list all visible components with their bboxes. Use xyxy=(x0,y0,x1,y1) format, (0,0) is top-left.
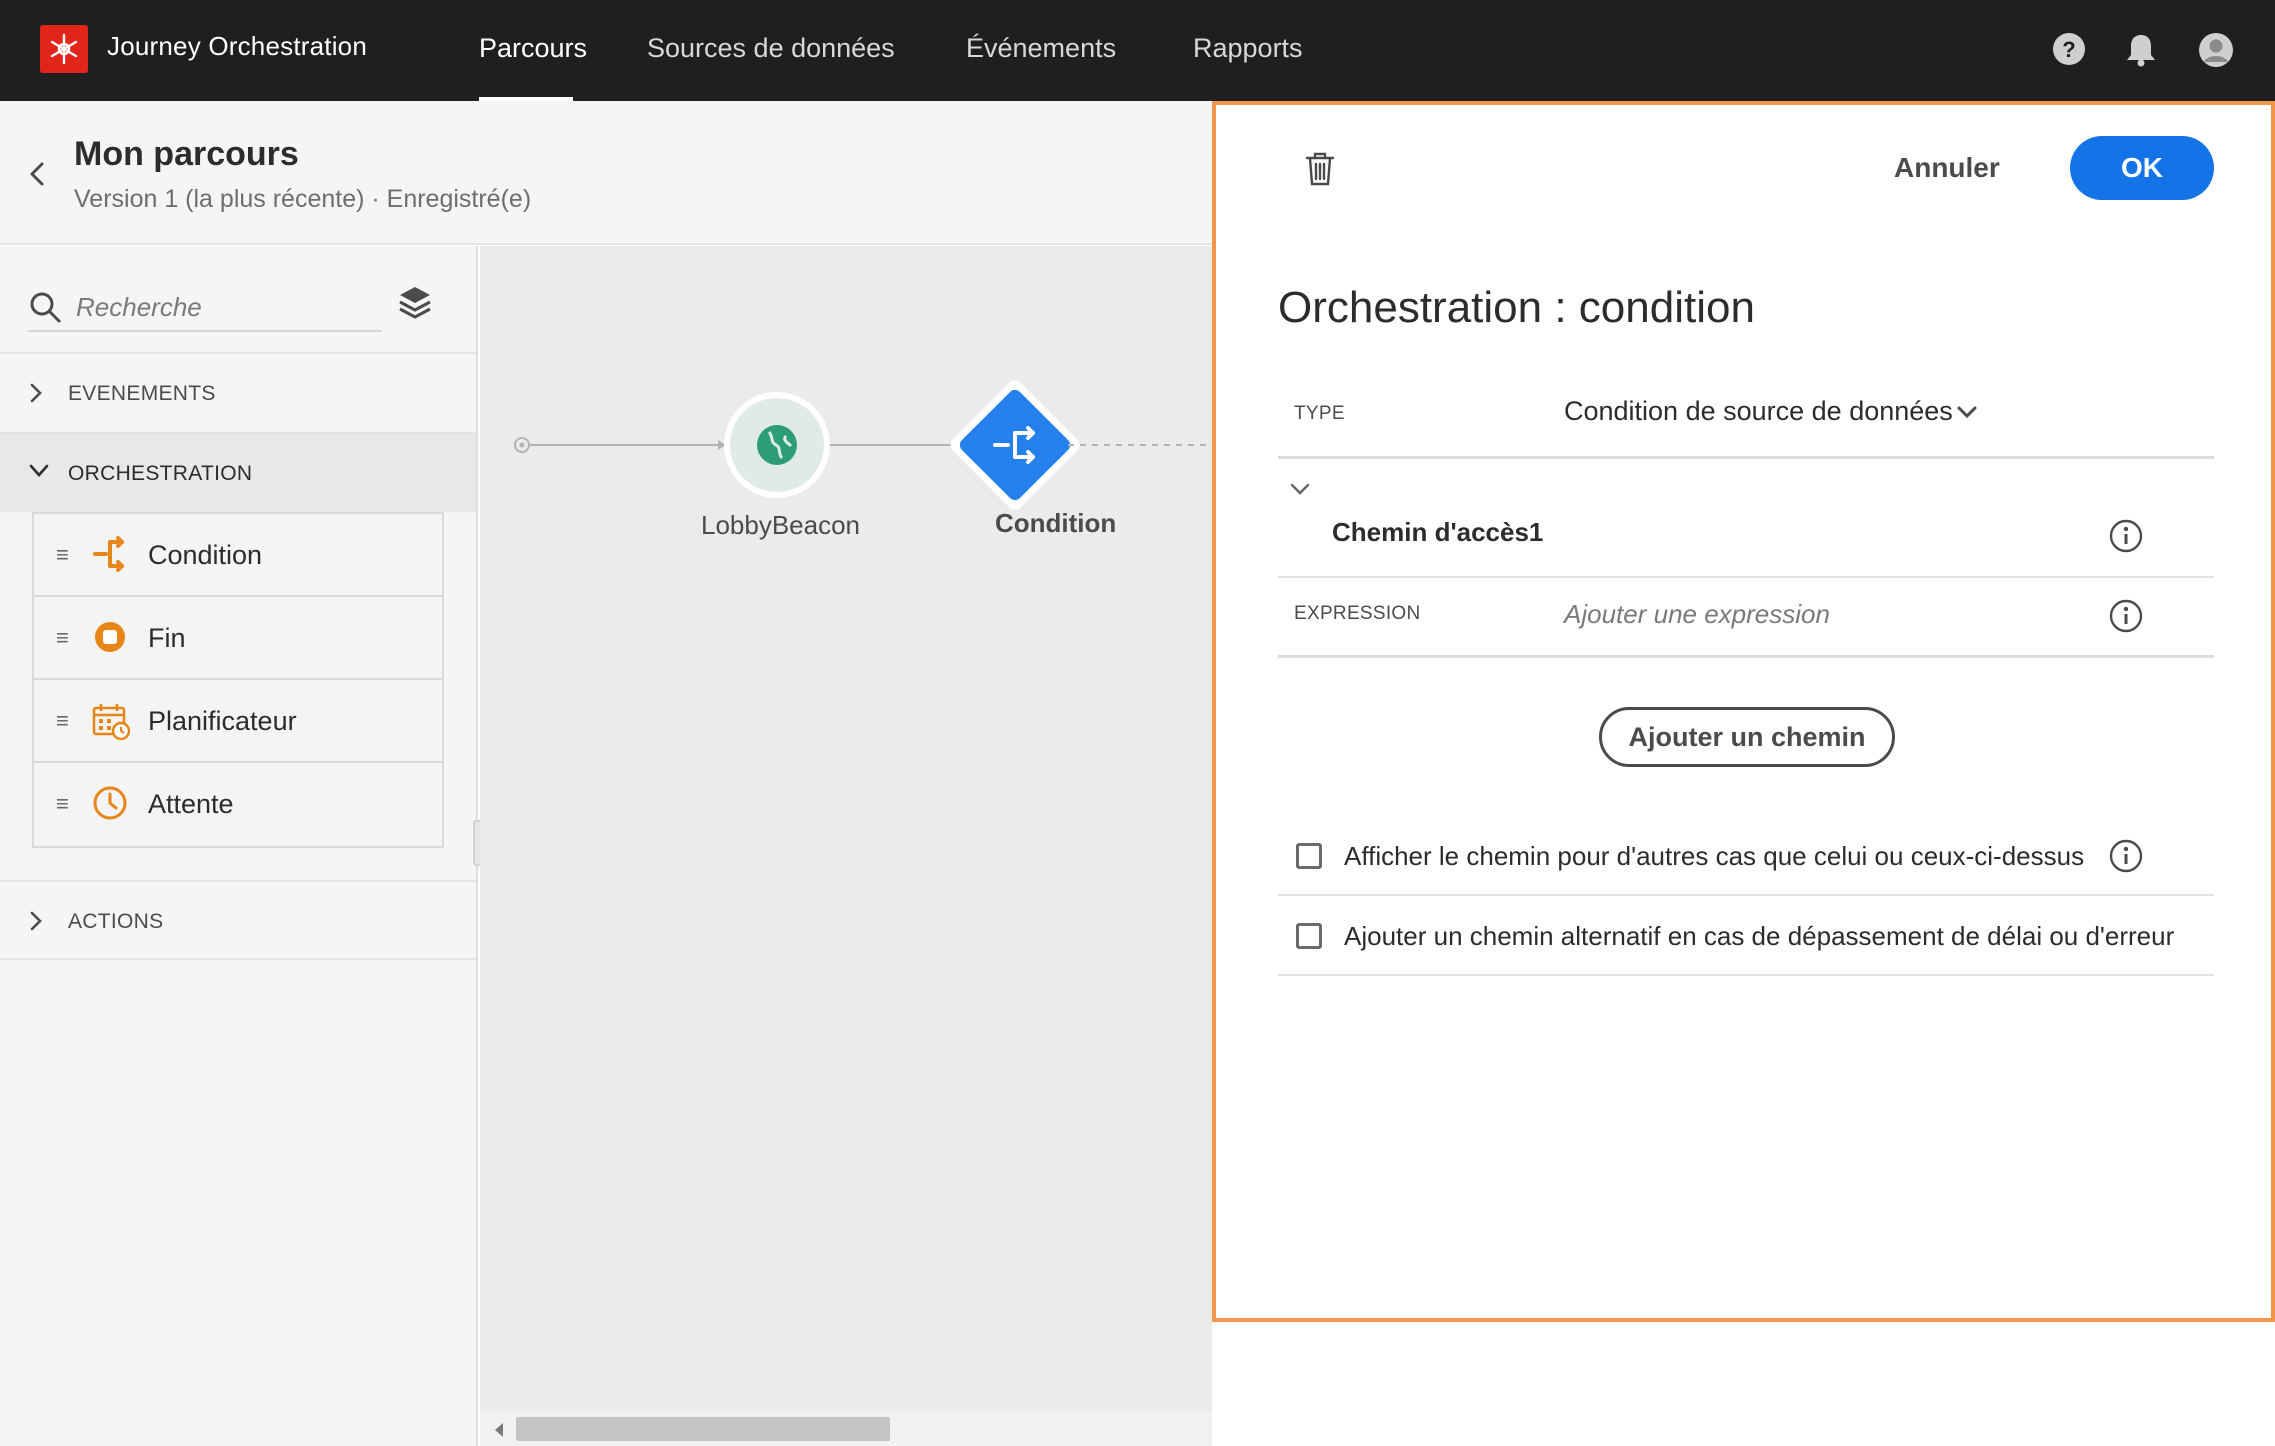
palette-item-condition[interactable]: ≡ Condition xyxy=(34,514,442,597)
search-icon xyxy=(28,290,62,329)
section-actions[interactable]: ACTIONS xyxy=(0,880,476,960)
path-collapse-chevron-icon[interactable] xyxy=(1288,481,1312,504)
condition-icon xyxy=(92,536,128,577)
divider xyxy=(1278,655,2214,658)
chevron-right-icon xyxy=(28,910,44,937)
journey-title: Mon parcours xyxy=(74,135,299,173)
type-label: TYPE xyxy=(1294,403,1345,424)
condition-type-dropdown[interactable]: Condition de source de données xyxy=(1564,396,1953,427)
timeout-error-path-label: Ajouter un chemin alternatif en cas de d… xyxy=(1344,921,2175,951)
palette-item-fin[interactable]: ≡ Fin xyxy=(34,597,442,680)
nav-parcours[interactable]: Parcours xyxy=(479,33,587,64)
nav-rapports[interactable]: Rapports xyxy=(1193,33,1303,64)
node-label-lobbybeacon: LobbyBeacon xyxy=(701,510,861,540)
section-label: ORCHESTRATION xyxy=(68,462,253,485)
activity-palette: Recherche EVENEMENTS ORCHESTRATION ≡ Con… xyxy=(0,246,478,1446)
palette-item-label: Fin xyxy=(148,623,186,653)
divider xyxy=(1278,456,2214,459)
scrollbar-thumb[interactable] xyxy=(516,1417,890,1441)
section-orchestration[interactable]: ORCHESTRATION xyxy=(0,432,476,512)
svg-text:?: ? xyxy=(2062,37,2075,62)
journey-flow xyxy=(514,380,1212,510)
add-path-button[interactable]: Ajouter un chemin xyxy=(1599,707,1895,767)
scroll-left-arrow-icon[interactable] xyxy=(492,1420,506,1445)
path-name[interactable]: Chemin d'accès1 xyxy=(1332,517,1543,548)
timeout-error-path-checkbox[interactable] xyxy=(1296,923,1322,949)
chevron-down-icon xyxy=(28,462,50,485)
journey-version-status: Version 1 (la plus récente) · Enregistré… xyxy=(74,185,532,213)
chevron-right-icon xyxy=(28,382,44,409)
drag-handle-icon[interactable]: ≡ xyxy=(56,542,69,568)
search-placeholder: Recherche xyxy=(76,292,202,322)
section-label: ACTIONS xyxy=(68,910,164,933)
palette-item-label: Planificateur xyxy=(148,706,297,736)
palette-item-planificateur[interactable]: ≡ Planificateur xyxy=(34,680,442,763)
palette-item-attente[interactable]: ≡ Attente xyxy=(34,763,442,846)
orchestration-activity-list: ≡ Condition ≡ Fin ≡ Planificateur ≡ Atte… xyxy=(32,512,444,848)
other-cases-checkbox[interactable] xyxy=(1296,843,1322,869)
drag-handle-icon[interactable]: ≡ xyxy=(56,708,69,734)
back-chevron-icon[interactable] xyxy=(28,160,46,193)
divider xyxy=(1278,576,2214,578)
section-evenements[interactable]: EVENEMENTS xyxy=(0,352,476,432)
journey-header: Mon parcours Version 1 (la plus récente)… xyxy=(0,101,1212,245)
expression-input[interactable]: Ajouter une expression xyxy=(1564,599,1830,630)
panel-title: Orchestration : condition xyxy=(1278,283,1755,332)
section-label: EVENEMENTS xyxy=(68,382,216,405)
scheduler-icon xyxy=(92,702,131,745)
user-avatar-icon[interactable] xyxy=(2198,32,2234,73)
end-icon xyxy=(92,619,128,660)
info-icon[interactable] xyxy=(2109,519,2143,558)
ok-button[interactable]: OK xyxy=(2070,136,2214,200)
help-icon[interactable]: ? xyxy=(2052,32,2086,71)
palette-item-label: Condition xyxy=(148,540,263,570)
adobe-logo-icon[interactable] xyxy=(40,25,88,73)
trash-icon[interactable] xyxy=(1304,151,1336,192)
info-icon[interactable] xyxy=(2109,839,2143,878)
expression-label: EXPRESSION xyxy=(1294,603,1421,624)
top-navigation-bar: Journey Orchestration Parcours Sources d… xyxy=(0,0,2275,101)
cancel-button[interactable]: Annuler xyxy=(1894,152,2000,184)
node-label-condition: Condition xyxy=(995,508,1117,538)
journey-canvas[interactable]: LobbyBeacon Condition xyxy=(480,246,1212,1446)
condition-node xyxy=(950,380,1080,510)
nav-evenements[interactable]: Événements xyxy=(966,33,1116,64)
drag-handle-icon[interactable]: ≡ xyxy=(56,791,69,817)
palette-item-label: Attente xyxy=(148,789,234,819)
palette-search-input[interactable]: Recherche xyxy=(28,284,382,332)
drag-handle-icon[interactable]: ≡ xyxy=(56,625,69,651)
layers-icon[interactable] xyxy=(398,284,432,329)
chevron-down-icon[interactable] xyxy=(1956,405,1978,426)
notifications-bell-icon[interactable] xyxy=(2124,32,2158,73)
info-icon[interactable] xyxy=(2109,599,2143,638)
other-cases-label: Afficher le chemin pour d'autres cas que… xyxy=(1344,841,2085,871)
app-title: Journey Orchestration xyxy=(107,31,367,61)
divider xyxy=(1278,974,2214,976)
activity-configuration-panel: Annuler OK Orchestration : condition TYP… xyxy=(1212,101,2275,1322)
divider xyxy=(1278,894,2214,896)
nav-sources-de-donnees[interactable]: Sources de données xyxy=(647,33,895,64)
wait-icon xyxy=(92,785,128,826)
